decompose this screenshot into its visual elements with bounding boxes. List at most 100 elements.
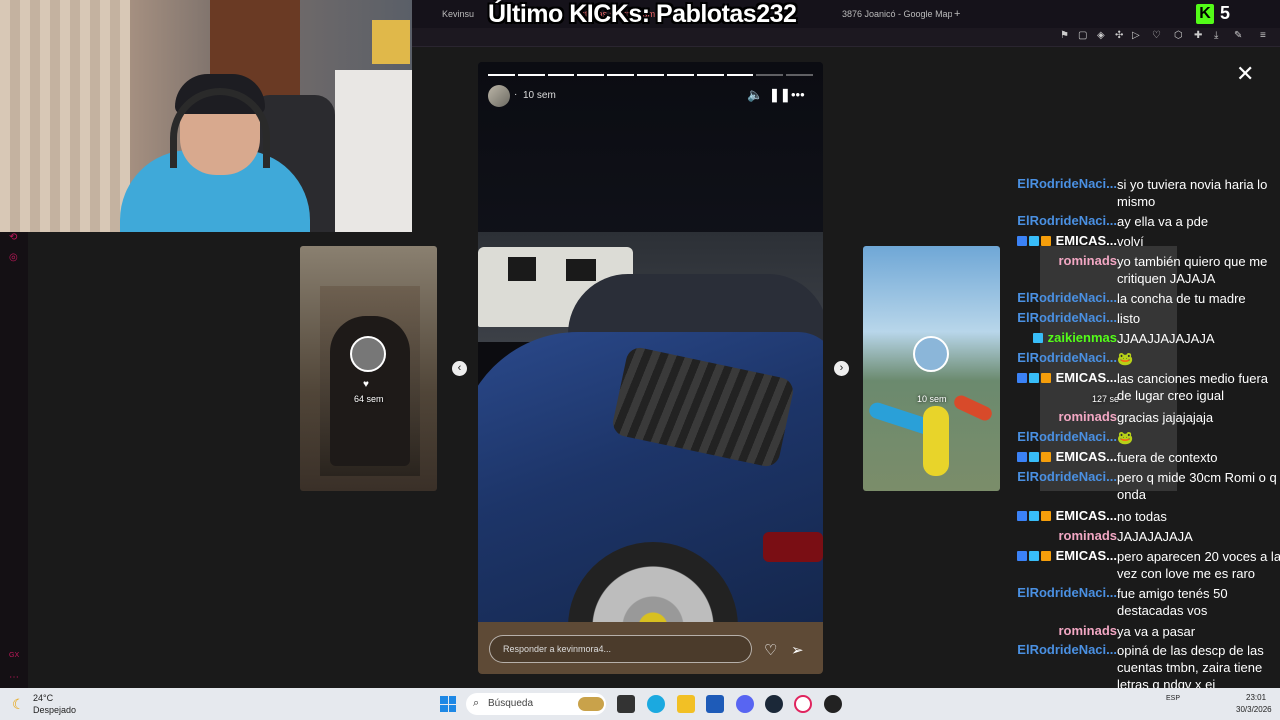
windows-start-icon[interactable] [440,696,456,712]
chat-username-text[interactable]: ElRodrideNaci... [1017,429,1117,444]
steam-icon[interactable] [765,695,783,713]
story-viewer[interactable] [478,62,823,674]
chat-username[interactable]: rominads [1058,623,1117,638]
ai-icon[interactable]: ✎ [1234,30,1242,41]
chat-username-text[interactable]: ElRodrideNaci... [1017,469,1117,484]
chat-username-text[interactable]: rominads [1058,409,1117,424]
bookmark-heart-icon[interactable]: ♡ [1152,30,1161,41]
chat-username-text[interactable]: ElRodrideNaci... [1017,585,1117,600]
chat-username-text[interactable]: rominads [1058,623,1117,638]
sidebar-app-icon[interactable]: ⟲ [9,232,17,243]
chat-username[interactable]: ElRodrideNaci... [1017,642,1117,657]
chat-badge-icon [1016,373,1027,383]
story-age: 64 sem [354,394,384,404]
obs-icon[interactable] [824,695,842,713]
heart-icon[interactable]: ♡ [764,641,777,659]
previous-story-thumbnail[interactable]: ♥ 64 sem [300,246,437,491]
player-icon[interactable]: ▷ [1132,30,1140,41]
chat-username-text[interactable]: ElRodrideNaci... [1017,290,1117,305]
sidebar-more-icon[interactable]: ⋯ [9,672,19,683]
snapshot-icon[interactable]: ▢ [1078,30,1087,41]
menu-icon[interactable]: ≡ [1260,30,1266,41]
chat-username-text[interactable]: EMICAS... [1056,370,1117,385]
input-language[interactable]: ESP [1166,695,1180,702]
next-story-chevron-icon[interactable]: › [834,361,849,376]
chat-username[interactable]: ElRodrideNaci... [1017,290,1117,305]
kick-logo-icon: K [1196,4,1214,24]
chat-username[interactable]: EMICAS... [1016,370,1117,385]
clock-time[interactable]: 23:01 [1246,693,1266,702]
chat-username-text[interactable]: ElRodrideNaci... [1017,310,1117,325]
story-progress-segment [726,74,754,76]
shield-icon[interactable]: ◈ [1097,30,1105,41]
weather-description[interactable]: Despejado [33,705,76,715]
moon-weather-icon[interactable]: ☾ [12,696,25,713]
chat-username-text[interactable]: ElRodrideNaci... [1017,642,1117,657]
chat-username[interactable]: ElRodrideNaci... [1017,585,1117,600]
file-explorer-icon[interactable] [677,695,695,713]
chat-username[interactable]: ElRodrideNaci... [1017,469,1117,484]
reply-input[interactable]: Responder a kevinmora4... [489,635,752,663]
send-icon[interactable]: ➢ [791,641,804,659]
close-icon[interactable]: ✕ [1236,61,1254,87]
chat-username-text[interactable]: ElRodrideNaci... [1017,176,1117,191]
chat-text: volví [1117,234,1144,249]
chat-username[interactable]: EMICAS... [1016,449,1117,464]
pause-icon[interactable]: ❚❚ [769,87,791,103]
widget-icon[interactable] [578,697,604,711]
edge-icon[interactable] [647,695,665,713]
sidebar-instagram-icon[interactable]: ◎ [9,252,18,263]
chat-username[interactable]: rominads [1058,253,1117,268]
translate-icon[interactable]: ✣ [1115,30,1123,41]
chat-username[interactable]: ElRodrideNaci... [1017,429,1117,444]
next-story-thumbnail[interactable]: 10 sem [863,246,1000,491]
chat-username-text[interactable]: EMICAS... [1056,508,1117,523]
chat-username-text[interactable]: zaikienmas [1048,330,1117,345]
story-progress-segment [786,74,813,76]
weather-temperature[interactable]: 24°C [33,693,53,703]
chat-username-text[interactable]: EMICAS... [1056,449,1117,464]
chat-text: listo [1117,311,1141,326]
chat-username-text[interactable]: rominads [1058,528,1117,543]
extension-icon[interactable]: ⚑ [1060,30,1069,41]
chat-username[interactable]: EMICAS... [1016,508,1117,523]
chat-username-text[interactable]: EMICAS... [1056,233,1117,248]
story-user-avatar[interactable] [488,85,510,107]
clock-date[interactable]: 30/3/2026 [1236,705,1272,714]
cube-icon[interactable]: ⬡ [1174,30,1183,41]
story-progress-segment [637,74,664,76]
new-tab-plus-icon[interactable]: + [954,5,968,23]
puzzle-icon[interactable]: ✚ [1194,30,1202,41]
chat-badge-icon [1040,511,1051,521]
chat-username[interactable]: ElRodrideNaci... [1017,310,1117,325]
gx-logo-icon[interactable]: GX [9,652,19,659]
chat-badge-icon [1028,236,1039,246]
terminal-icon[interactable] [617,695,635,713]
chat-username-text[interactable]: rominads [1058,253,1117,268]
chat-username[interactable]: EMICAS... [1016,233,1117,248]
chat-username-text[interactable]: ElRodrideNaci... [1017,213,1117,228]
tab-google-maps[interactable]: 3876 Joanicó - Google Maps [842,5,952,23]
chat-username-text[interactable]: EMICAS... [1056,548,1117,563]
chat-username[interactable]: EMICAS... [1016,548,1117,563]
store-icon[interactable] [706,695,724,713]
download-icon[interactable]: ⤓ [1214,30,1218,41]
volume-icon[interactable]: 🔈 [747,87,763,103]
chat-username[interactable]: ElRodrideNaci... [1017,176,1117,191]
more-icon[interactable]: ••• [791,87,805,102]
chat-text: ya va a pasar [1117,624,1196,639]
chat-username-text[interactable]: ElRodrideNaci... [1017,350,1117,365]
windows-taskbar: ☾ 24°C Despejado Búsqueda ⌕ ESP 23:01 30… [0,688,1280,720]
chat-username[interactable]: rominads [1058,528,1117,543]
previous-story-chevron-icon[interactable]: ‹ [452,361,467,376]
chat-username[interactable]: zaikienmas [1032,330,1117,345]
opera-gx-icon[interactable] [794,695,812,713]
story-age: 10 sem [917,394,947,404]
chat-badges [1016,370,1053,385]
stream-overlay-title: Último KICKs: Pablotas232 [488,0,797,28]
discord-icon[interactable] [736,695,754,713]
chat-username[interactable]: ElRodrideNaci... [1017,350,1117,365]
chat-username[interactable]: rominads [1058,409,1117,424]
chat-username[interactable]: ElRodrideNaci... [1017,213,1117,228]
chat-text: JAJAJAJAJA [1117,529,1193,544]
